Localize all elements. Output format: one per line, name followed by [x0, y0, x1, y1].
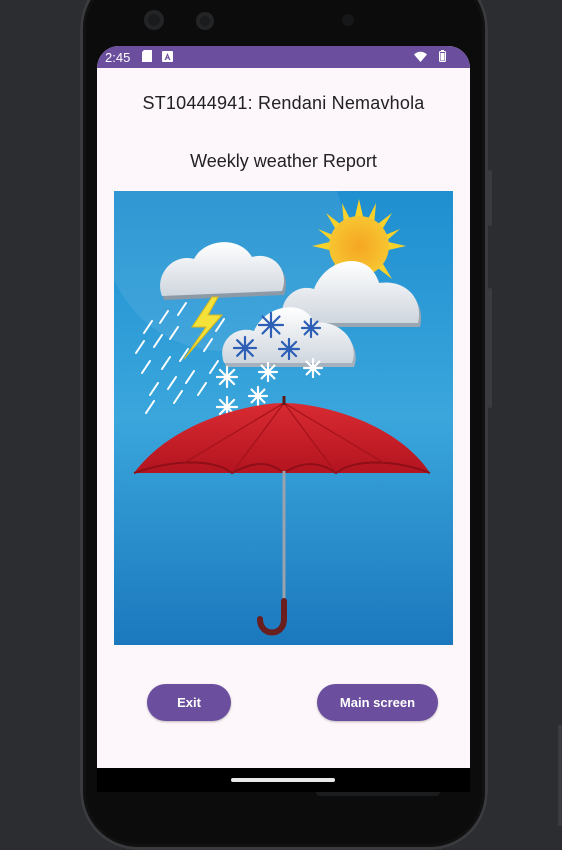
- status-time: 2:45: [105, 49, 131, 65]
- page-title: ST10444941: Rendani Nemavhola: [142, 93, 425, 113]
- battery-icon: [439, 50, 446, 65]
- navigation-bar: [97, 768, 470, 792]
- sd-card-icon: [142, 49, 153, 65]
- window-edge: [558, 725, 562, 826]
- a-notification-icon: [162, 50, 174, 65]
- proximity-sensor: [342, 14, 354, 26]
- weather-illustration: [114, 191, 453, 645]
- main-screen-button[interactable]: Main screen: [317, 684, 438, 721]
- home-gesture-handle[interactable]: [231, 778, 335, 782]
- wifi-icon: [414, 50, 427, 65]
- volume-button[interactable]: [488, 288, 492, 408]
- device-screen: 2:45 ST10444941: Rendani Nemavhola Weekl…: [97, 46, 470, 790]
- front-sensor-icon: [196, 12, 214, 30]
- page-subtitle: Weekly weather Report: [190, 151, 377, 171]
- status-bar: 2:45: [97, 46, 470, 68]
- front-camera-icon: [144, 10, 164, 30]
- power-button[interactable]: [488, 170, 492, 226]
- exit-button[interactable]: Exit: [147, 684, 231, 721]
